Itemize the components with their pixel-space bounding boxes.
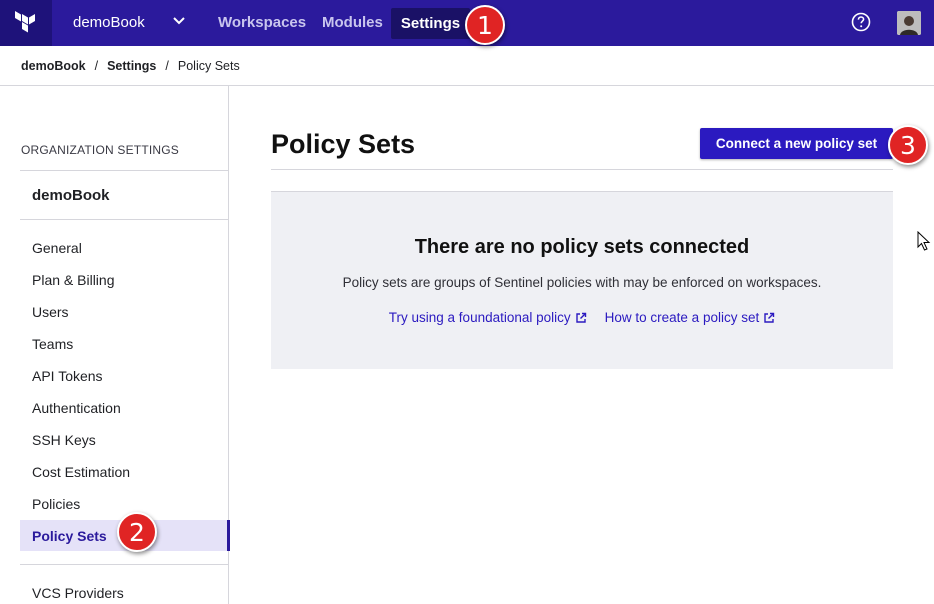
annotation-badge-2: 2 (117, 512, 157, 552)
title-divider (271, 169, 893, 170)
sidebar-item-cost-estimation[interactable]: Cost Estimation (20, 456, 228, 487)
breadcrumb-current: Policy Sets (177, 59, 240, 73)
empty-state-title: There are no policy sets connected (414, 236, 750, 258)
breadcrumb: demoBook / Settings / Policy Sets (21, 59, 240, 73)
annotation-badge-3: 3 (888, 125, 928, 165)
empty-state-panel: There are no policy sets connected Polic… (271, 191, 893, 369)
sidebar-divider (20, 219, 228, 220)
org-switcher-label[interactable]: demoBook (73, 14, 145, 31)
sidebar-heading: ORGANIZATION SETTINGS (21, 143, 179, 157)
nav-modules[interactable]: Modules (322, 14, 383, 31)
sidebar-item-general[interactable]: General (20, 232, 228, 263)
sidebar-org-name: demoBook (32, 187, 110, 204)
nav-settings[interactable]: Settings (391, 8, 470, 39)
empty-state-description: Policy sets are groups of Sentinel polic… (342, 275, 822, 290)
annotation-badge-1: 1 (465, 5, 505, 45)
nav-workspaces[interactable]: Workspaces (218, 14, 306, 31)
sidebar-divider (20, 564, 228, 565)
foundational-policy-link-label: Try using a foundational policy (388, 310, 571, 325)
empty-state-links: Try using a foundational policy How to c… (271, 310, 893, 325)
terraform-logo-icon[interactable] (0, 0, 52, 46)
create-policy-set-link-label: How to create a policy set (604, 310, 760, 325)
help-circle-icon[interactable] (851, 12, 871, 32)
user-avatar[interactable] (897, 11, 921, 35)
breadcrumb-org-link[interactable]: demoBook (21, 59, 86, 73)
breadcrumb-divider (0, 85, 934, 86)
external-link-icon (575, 312, 586, 323)
breadcrumb-separator: / (165, 59, 169, 73)
sidebar-item-policies[interactable]: Policies (20, 488, 228, 519)
sidebar-item-vcs-providers[interactable]: VCS Providers (20, 577, 228, 604)
mouse-pointer-icon (917, 231, 931, 251)
foundational-policy-link[interactable]: Try using a foundational policy (389, 310, 587, 325)
breadcrumb-separator: / (94, 59, 99, 73)
page-title: Policy Sets (271, 129, 416, 159)
sidebar-item-authentication[interactable]: Authentication (20, 392, 228, 423)
sidebar-item-teams[interactable]: Teams (20, 328, 228, 359)
breadcrumb-settings-link[interactable]: Settings (107, 59, 156, 73)
external-link-icon (764, 312, 775, 323)
chevron-down-icon[interactable] (170, 12, 188, 30)
connect-policy-set-button[interactable]: Connect a new policy set (700, 128, 893, 159)
sidebar-item-users[interactable]: Users (20, 296, 228, 327)
sidebar-divider (20, 170, 228, 171)
sidebar-item-plan-billing[interactable]: Plan & Billing (20, 264, 228, 295)
sidebar-item-ssh-keys[interactable]: SSH Keys (20, 424, 228, 455)
sidebar-item-api-tokens[interactable]: API Tokens (20, 360, 228, 391)
create-policy-set-link[interactable]: How to create a policy set (605, 310, 776, 325)
